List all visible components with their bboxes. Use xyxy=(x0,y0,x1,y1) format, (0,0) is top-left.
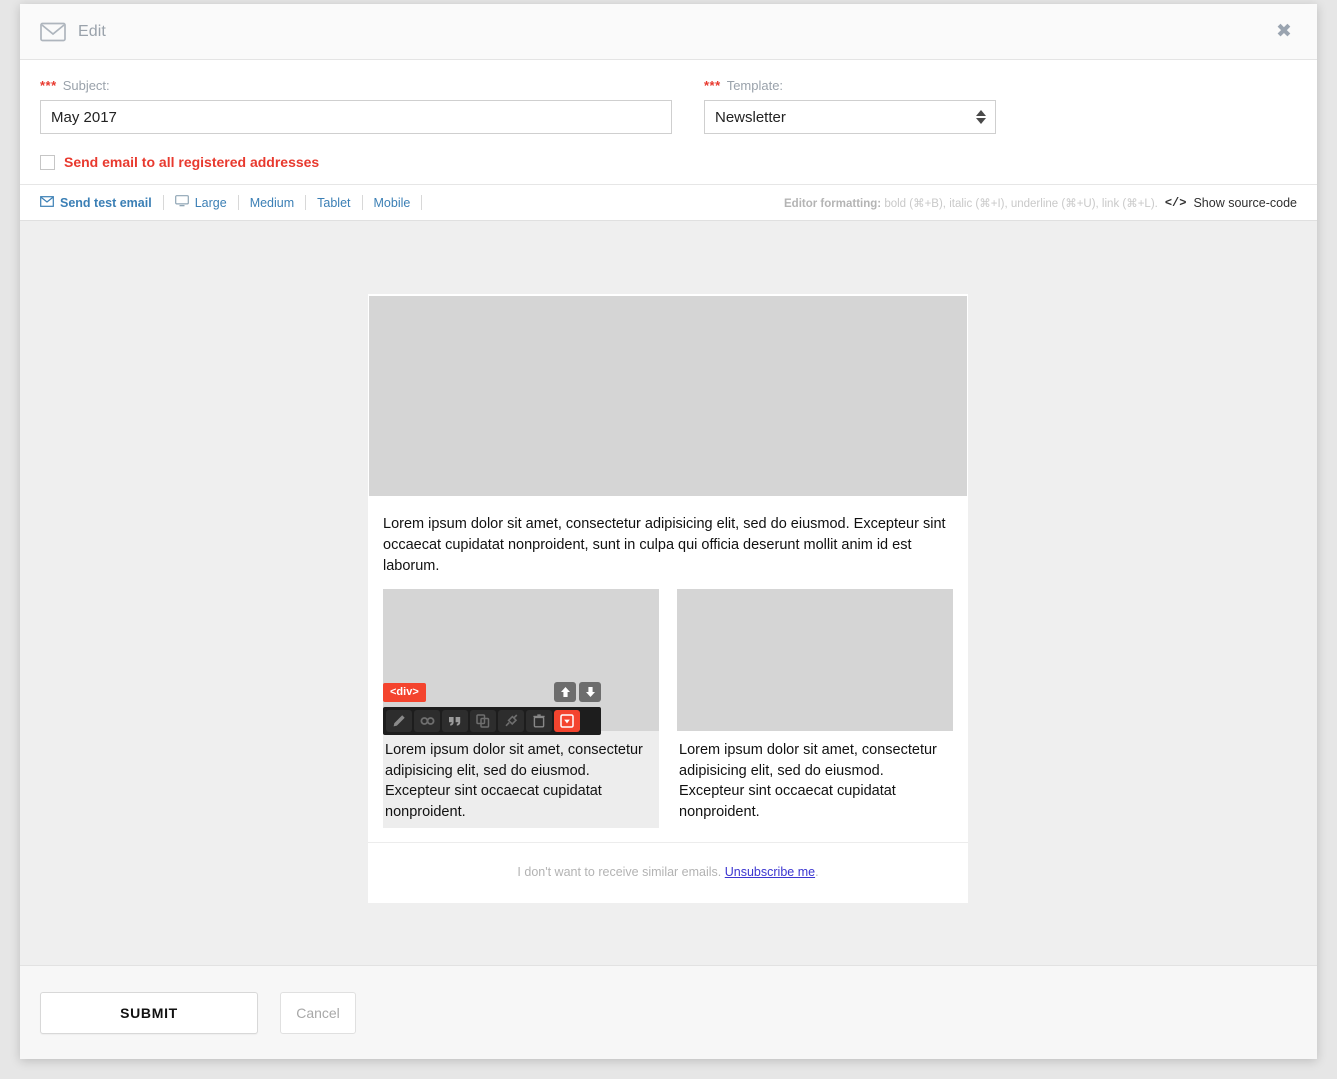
block-edit-widget-top: <div> xyxy=(383,681,601,703)
unsubscribe-link[interactable]: Unsubscribe me xyxy=(725,865,815,879)
column-text[interactable]: Lorem ipsum dolor sit amet, consectetur … xyxy=(383,731,659,829)
modal-header-left: Edit xyxy=(40,22,106,42)
hero-image-placeholder[interactable] xyxy=(369,296,967,496)
template-select[interactable]: Newsletter xyxy=(704,100,996,134)
cancel-button[interactable]: Cancel xyxy=(280,991,356,1034)
html-tag-badge: <div> xyxy=(383,682,426,702)
column-image-placeholder[interactable] xyxy=(677,589,953,732)
block-edit-widget: <div> xyxy=(383,681,601,736)
size-option-tablet-label: Tablet xyxy=(317,195,351,210)
link-icon[interactable] xyxy=(414,710,440,733)
page-title: Edit xyxy=(78,22,106,40)
send-all-row: Send email to all registered addresses xyxy=(40,154,1297,170)
editor-toolbar-left: Send test email Large Medium Tablet Mobi… xyxy=(40,195,423,210)
subject-label-text: Subject: xyxy=(62,78,110,93)
send-all-checkbox[interactable] xyxy=(40,154,55,170)
arrow-down-icon[interactable] xyxy=(579,682,601,703)
envelope-icon xyxy=(40,22,66,42)
size-option-large-label: Large xyxy=(194,195,227,210)
two-column-section: Lorem ipsum dolor sit amet, consectetur … xyxy=(368,589,968,829)
template-selected-value: Newsletter xyxy=(715,108,786,126)
required-marker: *** xyxy=(704,78,721,93)
subject-input[interactable] xyxy=(40,100,672,134)
arrow-up-icon[interactable] xyxy=(554,682,576,703)
edit-email-modal: Edit ✖ *** Subject: *** Template: Ne xyxy=(20,4,1317,1059)
quote-icon[interactable] xyxy=(442,710,468,733)
size-option-mobile[interactable]: Mobile xyxy=(363,196,422,210)
formatting-hint-keys: bold (⌘+B), italic (⌘+I), underline (⌘+U… xyxy=(881,197,1158,210)
formatting-hint-label: Editor formatting: xyxy=(784,197,882,210)
column-text[interactable]: Lorem ipsum dolor sit amet, consectetur … xyxy=(677,731,953,828)
unplug-icon[interactable] xyxy=(498,710,524,733)
fields-row: *** Subject: *** Template: Newsletter xyxy=(40,78,1297,134)
size-option-large[interactable]: Large xyxy=(164,195,238,210)
block-move-buttons xyxy=(554,682,601,703)
template-label: *** Template: xyxy=(704,78,996,93)
modal-header: Edit ✖ xyxy=(20,4,1317,60)
template-label-text: Template: xyxy=(726,78,784,93)
editor-toolbar-right: Editor formatting: bold (⌘+B), italic (⌘… xyxy=(784,196,1297,210)
email-footer-note: I don't want to receive similar emails. … xyxy=(368,842,968,903)
submit-button[interactable]: SUBMIT xyxy=(40,991,258,1034)
send-test-email-label: Send test email xyxy=(60,195,152,210)
formatting-hint: Editor formatting: bold (⌘+B), italic (⌘… xyxy=(784,196,1158,210)
source-code-icon[interactable]: </> xyxy=(1165,196,1187,210)
required-marker: *** xyxy=(40,78,57,93)
column-right: Lorem ipsum dolor sit amet, consectetur … xyxy=(677,589,953,828)
subject-label: *** Subject: xyxy=(40,78,672,93)
show-source-code-button[interactable]: Show source-code xyxy=(1193,196,1297,210)
footer-note-text: I don't want to receive similar emails. xyxy=(517,865,725,880)
footer-note-suffix: . xyxy=(815,865,819,880)
block-edit-toolbar xyxy=(383,707,601,736)
toolbar-divider xyxy=(421,195,423,210)
send-all-label[interactable]: Send email to all registered addresses xyxy=(64,154,319,170)
trash-icon[interactable] xyxy=(526,710,552,733)
column-left: Lorem ipsum dolor sit amet, consectetur … xyxy=(383,589,659,829)
editor-toolbar: Send test email Large Medium Tablet Mobi… xyxy=(20,185,1317,221)
lead-paragraph[interactable]: Lorem ipsum dolor sit amet, consectetur … xyxy=(368,496,968,589)
size-option-tablet[interactable]: Tablet xyxy=(306,196,361,210)
template-select-wrap: Newsletter xyxy=(704,100,996,134)
close-icon[interactable]: ✖ xyxy=(1273,21,1295,43)
collapse-box-icon[interactable] xyxy=(554,710,580,733)
subject-field-group: *** Subject: xyxy=(40,78,672,134)
template-field-group: *** Template: Newsletter xyxy=(704,78,996,134)
size-option-medium-label: Medium xyxy=(249,195,295,210)
size-option-mobile-label: Mobile xyxy=(373,195,411,210)
envelope-icon xyxy=(40,195,54,210)
email-card: Lorem ipsum dolor sit amet, consectetur … xyxy=(368,294,968,904)
send-test-email-button[interactable]: Send test email xyxy=(40,196,163,210)
modal-footer: SUBMIT Cancel xyxy=(20,965,1317,1059)
duplicate-icon[interactable] xyxy=(470,710,496,733)
form-area: *** Subject: *** Template: Newsletter xyxy=(20,60,1317,185)
email-preview-canvas: Lorem ipsum dolor sit amet, consectetur … xyxy=(20,221,1317,965)
size-option-medium[interactable]: Medium xyxy=(239,196,305,210)
pencil-icon[interactable] xyxy=(386,710,412,733)
monitor-icon xyxy=(174,195,189,210)
